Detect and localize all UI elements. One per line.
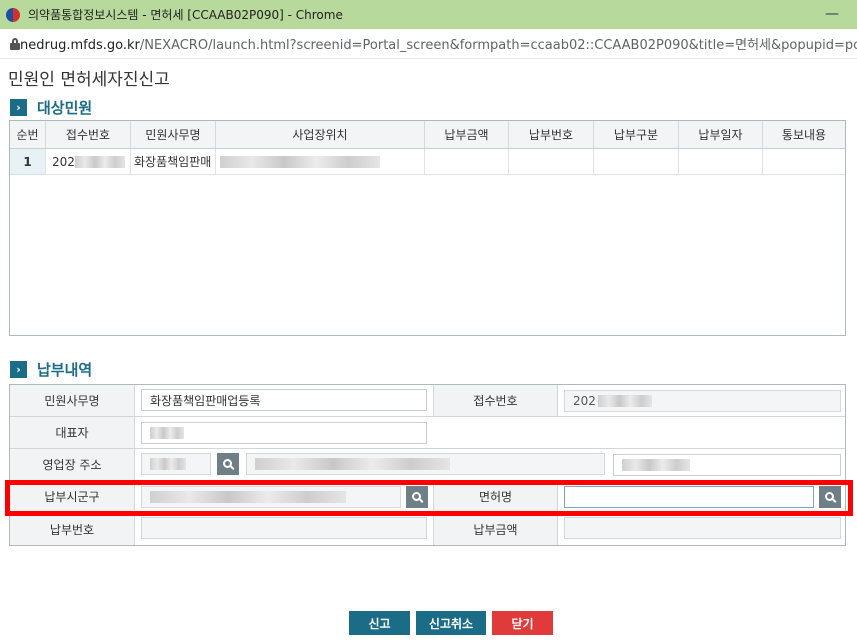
pay-amount-label: 납부금액 [433, 513, 558, 545]
service-name-field[interactable]: 화장품책임판매업등록 [141, 389, 427, 411]
form-row: 납부시군구 면허명 [10, 481, 845, 513]
report-button[interactable]: 신고 [349, 611, 410, 635]
col-header[interactable]: 민원사무명 [131, 121, 216, 148]
search-icon [222, 458, 232, 468]
cell-pay-date[interactable] [679, 149, 763, 174]
payment-form: 민원사무명 화장품책임판매업등록 접수번호 202 대표자 영업장 주소 납부시… [9, 384, 846, 546]
col-header[interactable]: 접수번호 [46, 121, 131, 148]
form-row: 대표자 [10, 417, 845, 449]
pay-district-label: 납부시군구 [10, 481, 135, 512]
window-titlebar: 의약품통합정보시스템 - 면허세 [CCAAB02P090] - Chrome … [0, 0, 857, 29]
pay-no-label: 납부번호 [10, 513, 135, 545]
receipt-no-label: 접수번호 [433, 385, 558, 416]
redacted-block [597, 395, 652, 407]
address-field[interactable] [246, 453, 605, 475]
minimize-button[interactable]: — [825, 6, 839, 22]
chevron-right-icon: › [10, 99, 27, 116]
license-name-field[interactable] [564, 486, 814, 508]
redacted-block [150, 458, 186, 470]
section-payment-title: 납부내역 [37, 361, 93, 379]
form-row: 민원사무명 화장품책임판매업등록 접수번호 202 [10, 385, 845, 417]
close-button[interactable]: 닫기 [492, 611, 553, 635]
cell-receipt-no-text: 202 [52, 154, 75, 169]
chevron-right-icon: › [10, 361, 27, 378]
cell-no[interactable]: 1 [10, 149, 46, 174]
district-search-button[interactable] [406, 486, 428, 508]
table-row[interactable]: 1 202 화장품책임판매 [10, 149, 845, 175]
cell-receipt-no[interactable]: 202 [46, 149, 131, 174]
address-detail-field[interactable] [613, 454, 841, 476]
representative-field[interactable] [141, 422, 427, 444]
cell-pay-type[interactable] [594, 149, 679, 174]
redacted-block [255, 458, 450, 470]
redacted-block [622, 459, 690, 471]
page-title: 민원인 면허세자진신고 [8, 70, 170, 90]
url-text[interactable]: nedrug.mfds.go.kr/NEXACRO/launch.html?sc… [20, 34, 857, 53]
cancel-report-button[interactable]: 신고취소 [416, 611, 486, 635]
business-address-label: 영업장 주소 [10, 449, 135, 480]
redacted-block [150, 491, 346, 503]
cell-notice[interactable] [763, 149, 845, 174]
address-bar[interactable]: nedrug.mfds.go.kr/NEXACRO/launch.html?sc… [0, 29, 857, 59]
col-header[interactable]: 사업장위치 [216, 121, 425, 148]
form-row: 납부번호 납부금액 [10, 513, 845, 545]
col-header[interactable]: 순번 [10, 121, 46, 148]
license-search-button[interactable] [819, 486, 841, 508]
receipt-no-value: 202 [573, 394, 596, 408]
zipcode-field[interactable] [141, 453, 211, 475]
cell-pay-no[interactable] [509, 149, 594, 174]
pay-amount-field[interactable] [564, 517, 841, 539]
address-search-button[interactable] [217, 453, 239, 475]
redacted-block [150, 427, 184, 439]
service-name-label: 민원사무명 [10, 385, 135, 416]
url-host: nedrug.mfds.go.kr [20, 38, 140, 53]
license-name-label: 면허명 [433, 481, 558, 512]
redacted-block [74, 155, 125, 168]
app-logo-icon [6, 7, 20, 22]
redacted-block [220, 155, 380, 168]
form-row: 영업장 주소 [10, 449, 845, 481]
pay-district-field[interactable] [141, 486, 401, 508]
section-target-header: › 대상민원 [10, 97, 92, 118]
col-header[interactable]: 납부구분 [594, 121, 679, 148]
cell-service-name[interactable]: 화장품책임판매 [131, 149, 216, 174]
col-header[interactable]: 납부일자 [679, 121, 763, 148]
search-icon [411, 491, 421, 501]
section-payment-header: › 납부내역 [10, 359, 92, 380]
pay-no-field[interactable] [141, 517, 427, 539]
cell-location[interactable] [216, 149, 425, 174]
receipt-no-field[interactable]: 202 [564, 390, 841, 412]
search-icon [824, 491, 834, 501]
representative-label: 대표자 [10, 417, 135, 448]
col-header[interactable]: 납부금액 [425, 121, 509, 148]
window-title: 의약품통합정보시스템 - 면허세 [CCAAB02P090] - Chrome [28, 8, 343, 22]
cell-amount[interactable] [425, 149, 509, 174]
col-header[interactable]: 통보내용 [763, 121, 845, 148]
grid-header: 순번 접수번호 민원사무명 사업장위치 납부금액 납부번호 납부구분 납부일자 … [10, 121, 845, 149]
url-path: /NEXACRO/launch.html?screenid=Portal_scr… [139, 38, 857, 53]
section-target-title: 대상민원 [37, 99, 93, 117]
target-grid[interactable]: 순번 접수번호 민원사무명 사업장위치 납부금액 납부번호 납부구분 납부일자 … [9, 120, 846, 336]
col-header[interactable]: 납부번호 [509, 121, 594, 148]
